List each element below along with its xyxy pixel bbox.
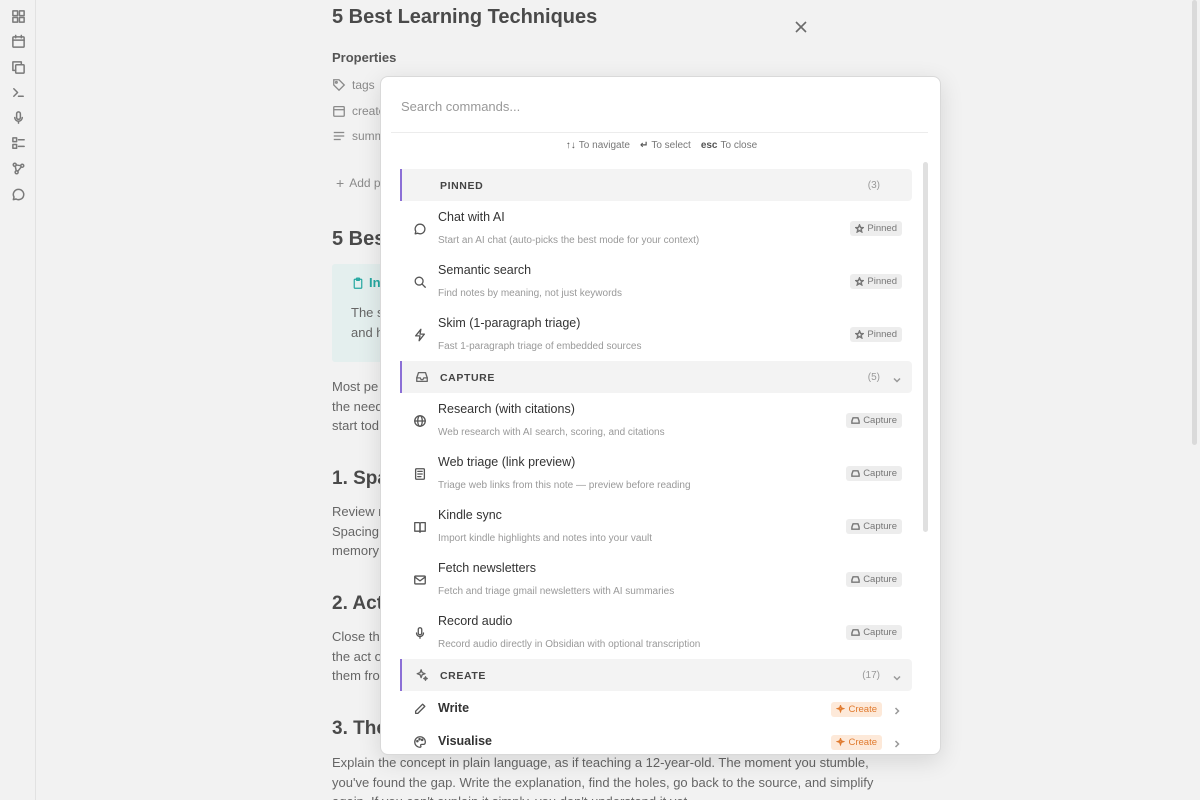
create-badge: Create — [831, 735, 882, 750]
graph-icon[interactable] — [9, 159, 27, 177]
star-icon — [855, 277, 865, 286]
section-create[interactable]: CREATE (17) — [400, 659, 912, 691]
pen-icon — [413, 702, 427, 716]
capture-badge: Capture — [846, 572, 902, 587]
paragraph: Most pe the need start tod — [332, 379, 383, 433]
sparkles-icon — [415, 668, 429, 682]
plus-icon: + — [336, 175, 345, 191]
microphone-icon[interactable] — [9, 108, 27, 126]
chevron-right-icon — [892, 703, 902, 715]
star-icon — [855, 330, 865, 339]
inbox-icon — [851, 417, 861, 424]
search-commands-input[interactable] — [401, 93, 921, 119]
inbox-icon — [851, 629, 861, 636]
add-property-button[interactable]: + Add p — [336, 175, 381, 191]
paragraph: Close the the act o them fro — [332, 629, 387, 683]
command-skim[interactable]: Skim (1-paragraph triage) Fast 1-paragra… — [400, 308, 912, 361]
command-record-audio[interactable]: Record audio Record audio directly in Ob… — [400, 606, 912, 659]
chat-icon[interactable] — [9, 185, 27, 203]
callout-title: In — [352, 275, 381, 290]
clipboard-icon — [353, 277, 363, 289]
chevron-down-icon[interactable] — [892, 670, 902, 681]
calendar-icon[interactable] — [9, 32, 27, 50]
command-web-triage[interactable]: Web triage (link preview) Triage web lin… — [400, 447, 912, 500]
callout-text: and h — [351, 325, 384, 340]
section-heading: 3. The — [332, 718, 387, 739]
checklist-icon[interactable] — [9, 134, 27, 152]
globe-icon — [413, 414, 427, 428]
paragraph: Explain the concept in plain language, a… — [332, 755, 874, 800]
paragraph: Review n Spacing memory — [332, 504, 386, 558]
note-heading: 5 Bes — [332, 228, 386, 250]
capture-badge: Capture — [846, 625, 902, 640]
chevron-right-icon — [892, 736, 902, 748]
section-pinned[interactable]: PINNED (3) — [400, 169, 912, 201]
capture-badge: Capture — [846, 413, 902, 428]
capture-badge: Capture — [846, 519, 902, 534]
command-palette: ↑↓To navigate ↵To select escTo close PIN… — [380, 76, 941, 755]
mic-icon — [413, 626, 427, 640]
divider — [391, 132, 928, 133]
command-list: PINNED (3) Chat with AI Start an AI chat… — [400, 168, 913, 754]
note-title: 5 Best Learning Techniques — [332, 6, 598, 28]
pinned-badge: Pinned — [850, 274, 902, 289]
hint-navigate: ↑↓ To navigate — [565, 140, 630, 151]
section-capture[interactable]: CAPTURE (5) — [400, 361, 912, 393]
command-research[interactable]: Research (with citations) Web research w… — [400, 394, 912, 447]
pinned-badge: Pinned — [850, 327, 902, 342]
property-tags[interactable]: tags — [332, 78, 375, 92]
palette-icon — [413, 735, 427, 749]
create-badge: Create — [831, 702, 882, 717]
keyboard-hints: ↑↓ To navigate ↵ To select esc To close — [381, 140, 940, 151]
inbox-icon — [851, 576, 861, 583]
properties-label: Properties — [332, 50, 397, 65]
capture-badge: Capture — [846, 466, 902, 481]
property-summary[interactable]: summ — [332, 129, 385, 143]
inbox-icon — [415, 370, 429, 384]
sparkles-icon — [836, 738, 846, 747]
chevron-down-icon[interactable] — [892, 372, 902, 383]
hint-select: ↵ To select — [639, 140, 691, 151]
dashboard-icon[interactable] — [9, 7, 27, 25]
lightning-icon — [413, 328, 427, 342]
tag-icon — [333, 79, 346, 92]
chat-icon — [413, 222, 427, 236]
list-icon — [333, 131, 345, 141]
section-heading: 2. Act — [332, 593, 384, 614]
mail-icon — [413, 573, 427, 587]
copy-icon[interactable] — [9, 58, 27, 76]
palette-scrollbar[interactable] — [923, 162, 928, 532]
hint-close: esc To close — [700, 140, 758, 151]
command-chat-with-ai[interactable]: Chat with AI Start an AI chat (auto-pick… — [400, 202, 912, 255]
terminal-icon[interactable] — [9, 83, 27, 101]
star-icon — [855, 224, 865, 233]
property-created[interactable]: create — [332, 104, 385, 118]
callout-text: The s — [351, 305, 384, 320]
page-scrollbar[interactable] — [1192, 0, 1197, 445]
inbox-icon — [851, 470, 861, 477]
calendar-icon — [333, 105, 345, 117]
command-write[interactable]: Write Create — [400, 692, 912, 725]
close-icon[interactable] — [794, 20, 808, 34]
newspaper-icon — [413, 467, 427, 481]
command-kindle-sync[interactable]: Kindle sync Import kindle highlights and… — [400, 500, 912, 553]
command-visualise[interactable]: Visualise Create — [400, 725, 912, 754]
sparkles-icon — [836, 705, 846, 714]
left-ribbon — [0, 0, 36, 800]
command-fetch-newsletters[interactable]: Fetch newsletters Fetch and triage gmail… — [400, 553, 912, 606]
pinned-badge: Pinned — [850, 221, 902, 236]
search-icon — [413, 275, 427, 289]
book-icon — [413, 520, 427, 534]
inbox-icon — [851, 523, 861, 530]
command-semantic-search[interactable]: Semantic search Find notes by meaning, n… — [400, 255, 912, 308]
